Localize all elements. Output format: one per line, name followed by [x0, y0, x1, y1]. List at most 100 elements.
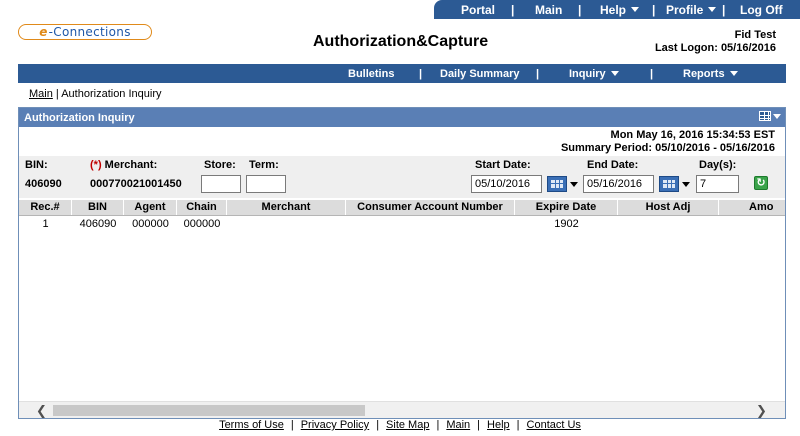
nav-main[interactable]: Main	[535, 3, 562, 17]
nav-separator: |	[419, 67, 423, 80]
footer-link-site-map[interactable]: Site Map	[386, 419, 429, 431]
column-header-bin[interactable]: BIN	[72, 200, 124, 215]
footer-separator: |	[516, 419, 520, 431]
nav-bulletins[interactable]: Bulletins	[348, 68, 394, 80]
merchant-value: 000770021001450	[90, 178, 182, 190]
nav-separator: |	[650, 67, 654, 80]
nav-logoff[interactable]: Log Off	[740, 3, 783, 17]
sub-nav: Bulletins | Daily Summary | Inquiry | Re…	[18, 64, 786, 83]
footer-separator: |	[290, 419, 294, 431]
column-header-chain[interactable]: Chain	[177, 200, 227, 215]
days-input[interactable]	[696, 175, 739, 193]
end-date-label: End Date:	[587, 159, 639, 171]
nav-profile[interactable]: Profile	[666, 2, 717, 17]
logo-e: e	[39, 25, 48, 39]
column-header-merchant[interactable]: Merchant	[227, 200, 346, 215]
nav-inquiry-label: Inquiry	[569, 67, 606, 80]
footer: Terms of Use | Privacy Policy | Site Map | Mai…	[0, 419, 800, 431]
results-table-header: Rec.# BIN Agent Chain Merchant Consumer …	[19, 200, 785, 216]
page-title: Authorization&Capture	[313, 33, 489, 50]
cell-agent: 000000	[132, 218, 169, 230]
nav-separator: |	[722, 2, 726, 17]
current-datetime: Mon May 16, 2016 15:34:53 EST	[610, 129, 775, 141]
bin-label: BIN:	[25, 159, 48, 171]
footer-separator: |	[477, 419, 481, 431]
chevron-right-icon[interactable]: ❯	[753, 402, 770, 419]
nav-portal[interactable]: Portal	[461, 3, 495, 17]
user-info: Fid Test Last Logon: 05/16/2016	[655, 29, 776, 55]
refresh-icon[interactable]: ↻	[754, 176, 768, 190]
column-header-amount[interactable]: Amo	[719, 200, 785, 215]
authorization-inquiry-panel: Authorization Inquiry Mon May 16, 2016 1…	[18, 107, 786, 419]
cell-bin: 406090	[79, 218, 117, 230]
start-date-label: Start Date:	[475, 159, 531, 171]
store-label: Store:	[204, 159, 236, 171]
start-date-calendar-icon[interactable]	[547, 176, 567, 192]
merchant-label-text: Merchant:	[101, 159, 158, 171]
logo-text: -Connections	[48, 25, 131, 39]
scrollbar-thumb[interactable]	[53, 405, 365, 416]
nav-separator: |	[511, 2, 515, 17]
e-connections-logo[interactable]: e -Connections	[18, 24, 152, 40]
cell-expire-date: 1902	[554, 218, 579, 230]
required-marker: (*)	[90, 159, 102, 171]
last-logon: Last Logon: 05/16/2016	[654, 42, 776, 54]
nav-reports-label: Reports	[683, 67, 725, 80]
store-input[interactable]	[201, 175, 241, 193]
column-header-consumer-account-number[interactable]: Consumer Account Number	[346, 200, 515, 215]
dropdown-caret-icon	[773, 113, 781, 119]
table-row[interactable]: 1 406090 000000 000000 1902	[19, 217, 785, 231]
grid-menu-button[interactable]	[759, 111, 781, 121]
start-date-dropdown-caret-icon[interactable]	[570, 182, 578, 187]
bin-value: 406090	[25, 178, 62, 190]
nav-separator: |	[652, 2, 656, 17]
dropdown-caret-icon	[631, 7, 640, 12]
breadcrumb: Main | Authorization Inquiry	[29, 88, 162, 100]
footer-link-help[interactable]: Help	[487, 419, 510, 431]
cell-chain: 000000	[183, 218, 221, 230]
term-label: Term:	[249, 159, 279, 171]
breadcrumb-main-link[interactable]: Main	[29, 88, 53, 100]
panel-title: Authorization Inquiry	[24, 111, 135, 124]
footer-link-main[interactable]: Main	[446, 419, 470, 431]
column-header-host-adj[interactable]: Host Adj	[618, 200, 719, 215]
nav-profile-label: Profile	[666, 2, 704, 17]
nav-separator: |	[578, 2, 582, 17]
nav-inquiry[interactable]: Inquiry	[569, 68, 619, 80]
nav-help-label: Help	[600, 2, 627, 17]
footer-link-contact-us[interactable]: Contact Us	[527, 419, 581, 431]
term-input[interactable]	[246, 175, 286, 193]
top-nav: Portal | Main | Help | Profile | Log Off	[434, 0, 800, 19]
column-header-expire-date[interactable]: Expire Date	[515, 200, 618, 215]
dropdown-caret-icon	[610, 71, 619, 77]
merchant-label: (*) Merchant:	[90, 159, 157, 171]
breadcrumb-separator: |	[52, 88, 62, 100]
end-date-calendar-icon[interactable]	[659, 176, 679, 192]
nav-daily-summary[interactable]: Daily Summary	[440, 68, 519, 80]
summary-period: Summary Period: 05/10/2016 - 05/16/2016	[560, 142, 775, 154]
column-header-agent[interactable]: Agent	[124, 200, 177, 215]
start-date-input[interactable]	[471, 175, 542, 193]
days-label: Day(s):	[699, 159, 737, 171]
footer-separator: |	[436, 419, 440, 431]
nav-reports[interactable]: Reports	[683, 68, 738, 80]
panel-header: Authorization Inquiry	[19, 108, 785, 127]
column-header-rec[interactable]: Rec.#	[19, 200, 72, 215]
cell-rec: 1	[42, 218, 49, 230]
user-name: Fid Test	[734, 29, 776, 41]
dropdown-caret-icon	[729, 71, 738, 77]
dropdown-caret-icon	[708, 7, 717, 12]
end-date-dropdown-caret-icon[interactable]	[682, 182, 690, 187]
nav-help[interactable]: Help	[600, 2, 640, 17]
filter-bar: BIN: 406090 (*) Merchant: 00077002100145…	[19, 156, 785, 198]
chevron-left-icon[interactable]: ❮	[33, 402, 50, 419]
footer-link-terms-of-use[interactable]: Terms of Use	[219, 419, 284, 431]
horizontal-scrollbar[interactable]: ❮ ❯	[19, 401, 785, 418]
footer-separator: |	[376, 419, 380, 431]
end-date-input[interactable]	[583, 175, 654, 193]
breadcrumb-current: Authorization Inquiry	[61, 88, 162, 100]
grid-menu-icon	[759, 111, 771, 121]
footer-link-privacy-policy[interactable]: Privacy Policy	[301, 419, 369, 431]
nav-separator: |	[536, 67, 540, 80]
timestamp-block: Mon May 16, 2016 15:34:53 EST Summary Pe…	[561, 129, 775, 155]
